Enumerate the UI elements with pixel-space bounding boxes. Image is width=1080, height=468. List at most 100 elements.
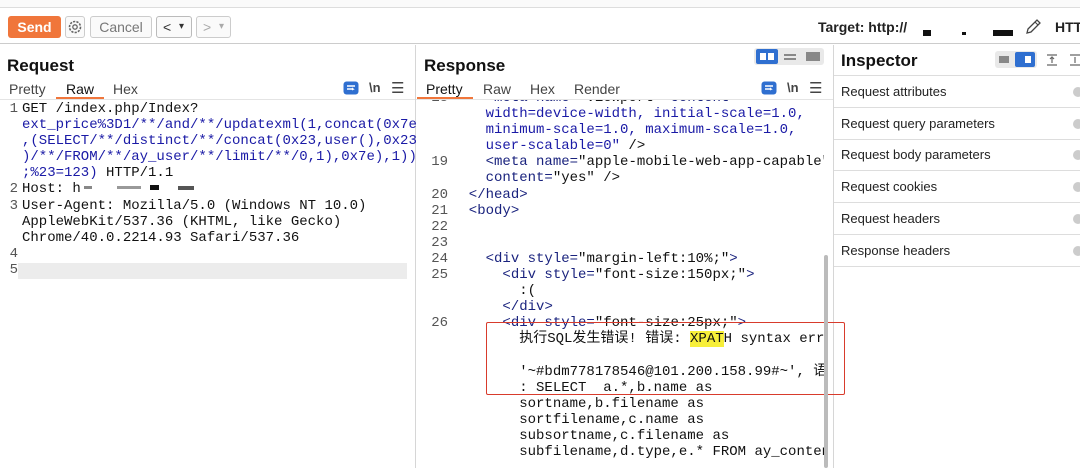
layout-split-icon[interactable] [1015,52,1035,67]
line-number: 5 [9,261,18,278]
code-line: :( [418,283,824,299]
line-number: 3 [9,197,18,214]
code-token: User-Agent: Mozilla/5.0 (Windows NT 10.0… [22,197,367,214]
code-token: div [510,267,545,284]
tab-response-hex[interactable]: Hex [530,81,555,97]
code-line: 2 Host: h [4,181,417,197]
inspector-row-label: Request query parameters [841,115,995,131]
code-token: content= [452,170,553,187]
inspector-row[interactable]: Request headers [834,203,1080,235]
toolbar: Send Cancel < ▾ > ▾ Target: http:// HTT [0,8,1080,44]
code-line: ,(SELECT/**/distinct/**/concat(0x23,user… [4,133,417,149]
code-line: 19 <meta name="apple-mobile-web-app-capa… [418,154,824,170]
count-badge [1073,213,1080,224]
code-line: 21 <body> [418,203,824,219]
back-button[interactable]: < ▾ [156,16,192,38]
code-token: div [519,299,545,316]
line-number: 22 [431,218,448,235]
code-line: 3 User-Agent: Mozilla/5.0 (Windows NT 10.… [4,198,417,214]
newline-toggle[interactable]: \n [787,80,799,95]
redacted-host [962,32,966,35]
cancel-button[interactable]: Cancel [90,16,152,38]
inspector-row[interactable]: Request cookies [834,171,1080,204]
redacted-host [117,186,141,189]
http-version-label[interactable]: HTT [1055,19,1080,35]
response-editor[interactable]: 18 <meta name="viewport" content= width=… [418,100,824,460]
pencil-icon[interactable] [1024,18,1042,36]
code-line: 5 [4,262,417,278]
newline-toggle[interactable]: \n [369,80,381,95]
tab-request-raw[interactable]: Raw [66,81,94,97]
code-token: div [494,250,528,267]
line-number: 4 [9,245,18,262]
layout-toggle[interactable] [754,48,824,65]
pretty-print-icon[interactable] [343,81,359,95]
code-line: 25 <div style="font-size:150px;"> [418,267,824,283]
code-token: Chrome/40.0.2214.93 Safari/537.36 [22,229,300,246]
target-label[interactable]: Target: http:// [818,19,907,35]
code-token: HTTP/1.1 [97,165,174,182]
tab-request-pretty[interactable]: Pretty [9,81,46,97]
code-line: sortname,b.filename as [418,396,824,412]
settings-button[interactable] [65,16,85,38]
redacted-host [993,30,1013,36]
chevron-down-icon: ▾ [219,21,225,32]
line-number: 21 [431,202,448,219]
count-badge [1073,150,1080,161]
code-token: "viewport" [578,100,662,106]
inspector-row[interactable]: Request query parameters [834,108,1080,140]
window-top-strip [0,0,1080,8]
request-title: Request [7,56,75,75]
line-number: 20 [431,186,448,203]
inspector-layout-toggle[interactable] [995,51,1037,68]
code-token: style= [527,250,579,267]
tab-response-pretty[interactable]: Pretty [426,81,463,97]
expand-icon[interactable] [1068,53,1080,67]
inspector-row[interactable]: Response headers [834,235,1080,267]
code-line: )/**/FROM/**/ay_user/**/limit/**/0,1),0x… [4,149,417,165]
menu-icon[interactable]: ☰ [391,79,404,97]
tab-response-render[interactable]: Render [574,81,620,97]
layout-single-icon[interactable] [806,52,820,61]
code-token: :( [452,283,537,300]
line-number: 2 [9,181,18,198]
code-token: "font-size:150px;" [594,267,747,284]
response-viewport[interactable]: 18 <meta name="viewport" content= width=… [416,100,824,468]
code-line: minimum-scale=1.0, maximum-scale=1.0, [418,122,824,138]
code-token: minimum-scale=1.0, maximum-scale=1.0, [452,122,797,139]
layout-stacked-icon[interactable] [784,54,796,56]
code-line: subfilename,d.type,e.* FROM ay_content [418,444,824,460]
send-button[interactable]: Send [8,16,61,38]
tab-response-raw[interactable]: Raw [483,81,511,97]
code-token: > [544,299,553,316]
pretty-print-icon[interactable] [761,81,777,95]
request-editor[interactable]: 1 GET /index.php/Index? ext_price%3D1/**/a… [4,101,417,278]
code-token: </ [452,186,486,203]
code-line: 24 <div style="margin-left:10%;"> [418,251,824,267]
inspector-row[interactable]: Request attributes [834,76,1080,108]
code-line: width=device-width, initial-scale=1.0, [418,106,824,122]
code-token: "margin-left:10%;" [578,250,730,267]
code-token: subfilename,d.type,e.* FROM ay_content [452,444,824,461]
code-token: body [477,202,511,219]
chevron-down-icon: ▾ [179,21,185,32]
layout-icon[interactable] [999,56,1009,63]
code-line: user-scalable=0" /> [418,138,824,154]
count-badge [1073,245,1080,256]
response-title: Response [424,56,506,75]
layout-split-icon[interactable] [756,49,778,64]
inspector-row[interactable]: Request body parameters [834,139,1080,172]
code-line: Chrome/40.0.2214.93 Safari/537.36 [4,230,417,246]
redacted-host [84,186,92,189]
collapse-icon[interactable] [1045,53,1059,67]
response-scrollbar[interactable] [824,255,828,468]
code-token: /> [594,170,621,187]
line-number: 26 [431,315,448,332]
menu-icon[interactable]: ☰ [809,79,822,97]
inspector-row-label: Request cookies [841,179,938,195]
forward-button[interactable]: > ▾ [196,16,231,38]
code-token: user-scalable=0" [452,138,621,155]
inspector-row-label: Request body parameters [841,147,991,163]
tab-request-hex[interactable]: Hex [113,81,138,97]
code-token: subsortname,c.filename as [452,427,730,444]
